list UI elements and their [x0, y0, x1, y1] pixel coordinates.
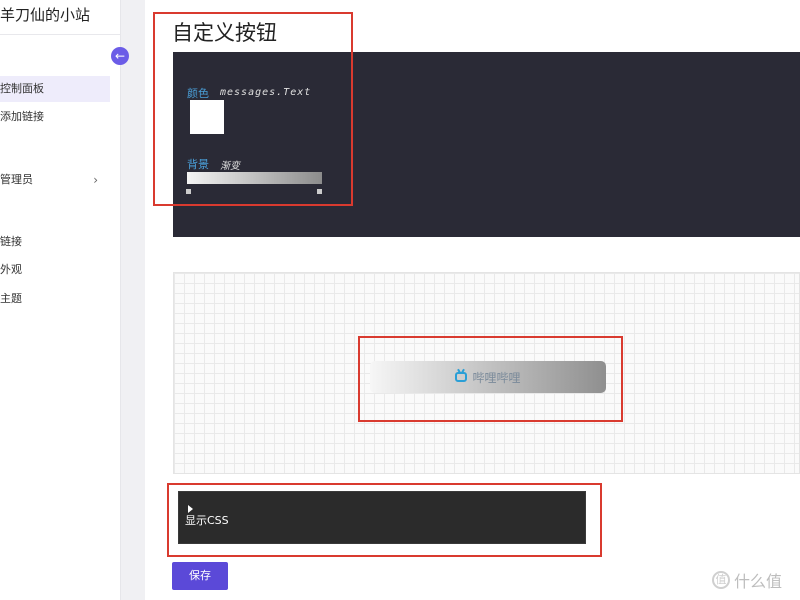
sidebar-item-appearance[interactable]: 外观: [0, 257, 110, 283]
sidebar-item-label: 管理员: [0, 173, 33, 186]
preview-button-label: 哔哩哔哩: [472, 370, 521, 385]
watermark: 值 什么值: [712, 568, 782, 592]
color-label: 颜色: [187, 87, 209, 100]
sidebar-item-admin[interactable]: 管理员 ›: [0, 167, 110, 193]
sidebar-divider: [0, 34, 120, 35]
background-label: 背景: [187, 158, 209, 171]
sidebar-item-label: 链接: [0, 235, 22, 248]
sidebar-item-label: 添加链接: [0, 110, 44, 123]
arrow-left-icon: ←: [114, 49, 126, 63]
gradient-stop-end[interactable]: [317, 189, 322, 194]
preview-button[interactable]: 哔哩哔哩: [370, 361, 606, 393]
css-toggle-panel[interactable]: [178, 491, 586, 544]
sidebar-item-label: 主题: [0, 292, 22, 305]
page-title: 自定义按钮: [172, 21, 277, 45]
sidebar: 羊刀仙的小站 控制面板 添加链接 管理员 › 链接 外观 主题: [0, 0, 121, 600]
sidebar-item-dashboard[interactable]: 控制面板: [0, 76, 110, 102]
chevron-right-icon: ›: [93, 173, 98, 187]
sidebar-item-links[interactable]: 链接: [0, 229, 110, 255]
site-title[interactable]: 羊刀仙的小站: [0, 4, 90, 25]
color-swatch[interactable]: [190, 100, 224, 134]
sidebar-collapse-button[interactable]: ←: [111, 47, 129, 65]
save-button[interactable]: 保存: [172, 562, 228, 590]
watermark-text: 什么值: [734, 572, 783, 591]
watermark-logo-icon: 值: [712, 571, 730, 589]
sidebar-item-theme[interactable]: 主题: [0, 286, 110, 312]
sidebar-item-add-link[interactable]: 添加链接: [0, 104, 110, 130]
gradient-slider[interactable]: [187, 172, 322, 184]
sidebar-item-label: 外观: [0, 263, 22, 276]
gradient-stop-start[interactable]: [186, 189, 191, 194]
bilibili-tv-icon: [455, 372, 468, 382]
color-value[interactable]: messages.Text: [220, 87, 311, 98]
style-editor-panel: [173, 52, 800, 237]
background-value[interactable]: 渐变: [220, 157, 240, 172]
sidebar-item-label: 控制面板: [0, 82, 44, 95]
show-css-toggle[interactable]: 显示CSS: [185, 512, 229, 528]
